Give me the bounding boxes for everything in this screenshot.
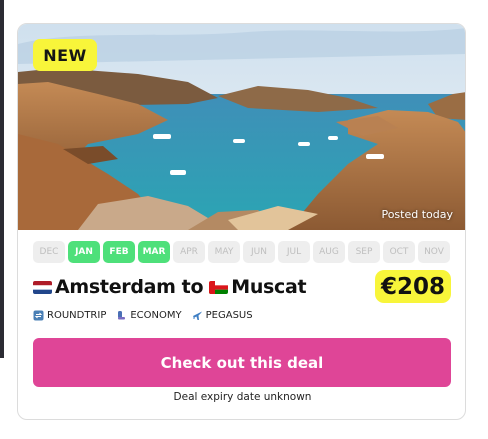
month-chip-jan: JAN <box>68 241 100 263</box>
tag-airline: PEGASUS <box>192 310 253 321</box>
deal-expiry: Deal expiry date unknown <box>173 391 312 403</box>
deal-price: €208 <box>374 270 451 303</box>
month-chip-nov: NOV <box>418 241 450 263</box>
new-badge: NEW <box>33 39 97 71</box>
posted-date: Posted today <box>381 208 453 221</box>
month-chip-jul: JUL <box>278 241 310 263</box>
month-chip-jun: JUN <box>243 241 275 263</box>
month-chip-feb: FEB <box>103 241 135 263</box>
route-connector: to <box>181 276 204 298</box>
deal-card[interactable]: NEW Posted today DEC JAN FEB MAR APR MAY JUN JU… <box>17 23 466 420</box>
month-chip-may: MAY <box>208 241 240 263</box>
destination-photo: NEW Posted today <box>18 24 465 230</box>
background-window-edge <box>0 0 4 358</box>
destination-city: Muscat <box>231 276 307 298</box>
check-out-deal-button[interactable]: Check out this deal <box>33 338 451 387</box>
tag-economy-label: ECONOMY <box>130 310 182 321</box>
roundtrip-icon <box>33 310 44 321</box>
oman-flag-icon <box>209 280 229 294</box>
tag-roundtrip-label: ROUNDTRIP <box>47 310 107 321</box>
netherlands-flag-icon <box>33 280 52 294</box>
airplane-icon <box>192 310 203 321</box>
travel-months: DEC JAN FEB MAR APR MAY JUN JUL AUG SEP OCT NOV <box>33 241 450 263</box>
route-title: Amsterdam to Muscat <box>33 273 307 301</box>
tag-roundtrip: ROUNDTRIP <box>33 310 106 321</box>
month-chip-aug: AUG <box>313 241 345 263</box>
month-chip-dec: DEC <box>33 241 65 263</box>
seat-icon <box>116 310 127 321</box>
deal-tags: ROUNDTRIP ECONOMY PEGASUS <box>33 310 253 321</box>
month-chip-sep: SEP <box>348 241 380 263</box>
tag-airline-label: PEGASUS <box>205 310 253 321</box>
origin-city: Amsterdam <box>55 276 176 298</box>
tag-economy: ECONOMY <box>116 310 182 321</box>
month-chip-oct: OCT <box>383 241 415 263</box>
month-chip-mar: MAR <box>138 241 170 263</box>
month-chip-apr: APR <box>173 241 205 263</box>
